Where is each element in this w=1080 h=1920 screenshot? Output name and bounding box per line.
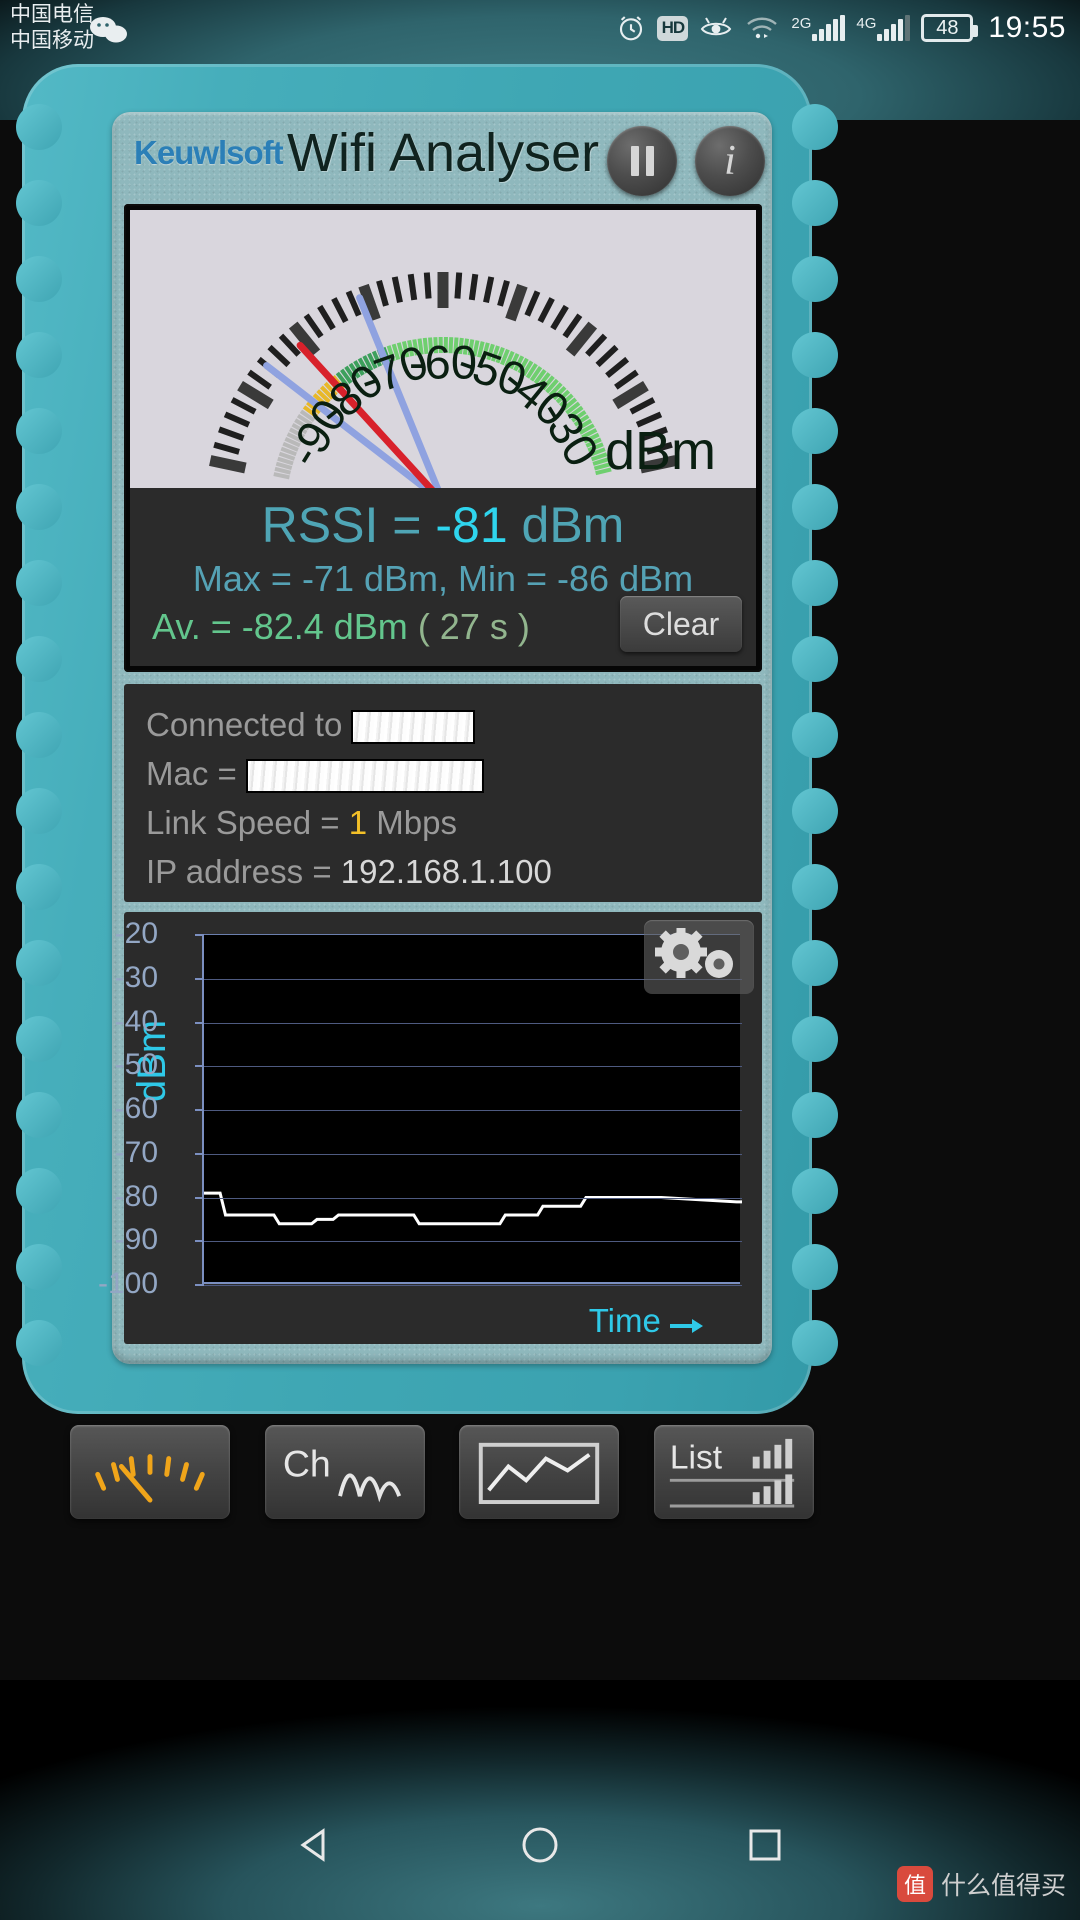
time-label-text: Time (588, 1302, 661, 1339)
y-tick--40: -40 (114, 1004, 158, 1038)
y-tick--80: -80 (114, 1179, 158, 1213)
gauge-icon (95, 1454, 205, 1503)
pause-icon (630, 146, 654, 176)
case-grip-left (16, 104, 62, 1379)
ip-address-value: 192.168.1.100 (340, 853, 552, 890)
y-tickmark (195, 1240, 204, 1243)
gauge-panel[interactable]: -90 -80 -70 -60 -50 -40 -30 dBm RSSI = -81 dBm… (124, 204, 762, 672)
y-tickmark (195, 1284, 204, 1286)
y-tick--90: -90 (114, 1223, 158, 1257)
y-tickmark (195, 977, 204, 980)
watermark: 值 什么值得买 (896, 1866, 1066, 1902)
rssi-value: -81 (435, 497, 508, 553)
status-bar: 中国电信 中国移动 HD 2G 4G 48 19:55 (0, 0, 1080, 56)
battery-icon: 48 (921, 14, 979, 42)
rugged-case: Keuwlsoft Wifi Analyser i -90 -80 -70 -6… (16, 64, 838, 1519)
sidebar-item-list[interactable]: List (653, 1425, 814, 1519)
rssi-readout: RSSI = -81 dBm (130, 496, 756, 554)
y-tick--20: -20 (114, 917, 158, 950)
mac-row: Mac = (146, 749, 740, 798)
sidebar-item-gauge[interactable] (70, 1425, 230, 1519)
graph-x-axis-title: Time (589, 1302, 704, 1340)
y-tick--100: -100 (97, 1267, 158, 1300)
ip-address-row: IP address = 192.168.1.100 (146, 847, 740, 896)
status-icons: HD 2G 4G 48 19:55 (616, 0, 1066, 56)
graph-icon (479, 1442, 600, 1505)
rssi-prefix: RSSI = (261, 497, 436, 553)
readout-area: RSSI = -81 dBm Max = -71 dBm, Min = -86 … (130, 488, 756, 666)
connected-to-row: Connected to (146, 700, 740, 749)
y-tickmark (195, 1065, 204, 1068)
pause-button[interactable] (607, 126, 677, 196)
gridline (204, 1285, 742, 1286)
recents-square-icon[interactable] (743, 1823, 787, 1867)
y-tickmark (195, 1021, 204, 1024)
wechat-icon (90, 17, 127, 43)
analog-gauge: -90 -80 -70 -60 -50 -40 -30 dBm (130, 210, 756, 488)
average-value: Av. = -82.4 dBm (152, 606, 408, 647)
graph-settings-button[interactable] (644, 920, 754, 994)
y-tick--30: -30 (114, 960, 158, 994)
gridline (204, 1197, 742, 1199)
sidebar-item-channel[interactable]: Ch (264, 1425, 425, 1519)
tab-bar: Ch List (64, 1422, 820, 1522)
gears-icon (655, 928, 733, 978)
brand-label: Keuwlsoft (134, 134, 284, 171)
home-circle-icon[interactable] (517, 1822, 563, 1868)
channel-icon: Ch (282, 1442, 401, 1503)
y-tickmark (195, 934, 204, 936)
gridline (204, 1241, 742, 1243)
case-grip-right (792, 104, 838, 1379)
connected-to-label: Connected to (146, 706, 343, 743)
back-triangle-icon[interactable] (293, 1823, 337, 1867)
eye-icon (699, 15, 733, 41)
gridline (204, 1110, 742, 1111)
arrow-right-icon (670, 1319, 703, 1333)
signal-4g-icon: 4G (856, 15, 911, 41)
app-surface: Keuwlsoft Wifi Analyser i -90 -80 -70 -6… (70, 112, 814, 1519)
average-readout: Av. = -82.4 dBm ( 27 s ) (152, 606, 530, 648)
link-speed-value: 1 (348, 804, 368, 841)
link-speed-row: Link Speed = 1 Mbps (146, 798, 740, 847)
ssid-redacted (351, 710, 476, 745)
y-tickmark (195, 1109, 204, 1111)
link-speed-unit: Mbps (367, 804, 457, 841)
info-button[interactable]: i (695, 126, 765, 196)
app-header: Keuwlsoft Wifi Analyser i (112, 112, 772, 208)
channel-tab-label: Ch (282, 1442, 330, 1484)
sidebar-item-graph[interactable] (459, 1425, 620, 1519)
hd-icon: HD (657, 15, 689, 41)
gauge-unit-label: dBm (604, 421, 716, 481)
watermark-mark: 值 (896, 1866, 933, 1902)
gridline (204, 1022, 742, 1024)
page-title: Wifi Analyser (287, 123, 600, 183)
y-tick--60: -60 (114, 1092, 158, 1125)
signal-2g-icon: 2G (791, 15, 846, 41)
y-tickmark (195, 1152, 204, 1155)
clock-time: 19:55 (988, 11, 1066, 44)
alarm-icon (616, 13, 646, 43)
app-window: Keuwlsoft Wifi Analyser i -90 -80 -70 -6… (8, 56, 1072, 1519)
list-tab-label: List (670, 1439, 723, 1476)
gridline (204, 1066, 742, 1068)
mac-redacted (245, 759, 484, 794)
list-icon: List (670, 1438, 795, 1508)
minmax-readout: Max = -71 dBm, Min = -86 dBm (192, 558, 694, 599)
average-duration: ( 27 s ) (417, 606, 530, 647)
rssi-graph-panel[interactable]: dBm -20 -30 -40 -50 -60 -70 -80 -90 -100 Time (98, 912, 762, 1344)
ip-address-label: IP address = (146, 853, 341, 890)
info-icon: i (724, 138, 736, 184)
mac-label: Mac = (146, 755, 237, 792)
y-tick--70: -70 (114, 1135, 158, 1169)
connection-info-panel: Connected to Mac = Link Speed = 1 Mbps I… (124, 684, 762, 902)
clear-button[interactable]: Clear (620, 596, 742, 652)
rssi-unit: dBm (507, 497, 625, 553)
y-tickmark (195, 1196, 204, 1199)
watermark-text: 什么值得买 (940, 1872, 1066, 1900)
y-tick--50: -50 (114, 1048, 158, 1082)
wifi-icon (744, 14, 780, 42)
gridline (204, 1153, 742, 1155)
link-speed-label: Link Speed = (146, 804, 349, 841)
